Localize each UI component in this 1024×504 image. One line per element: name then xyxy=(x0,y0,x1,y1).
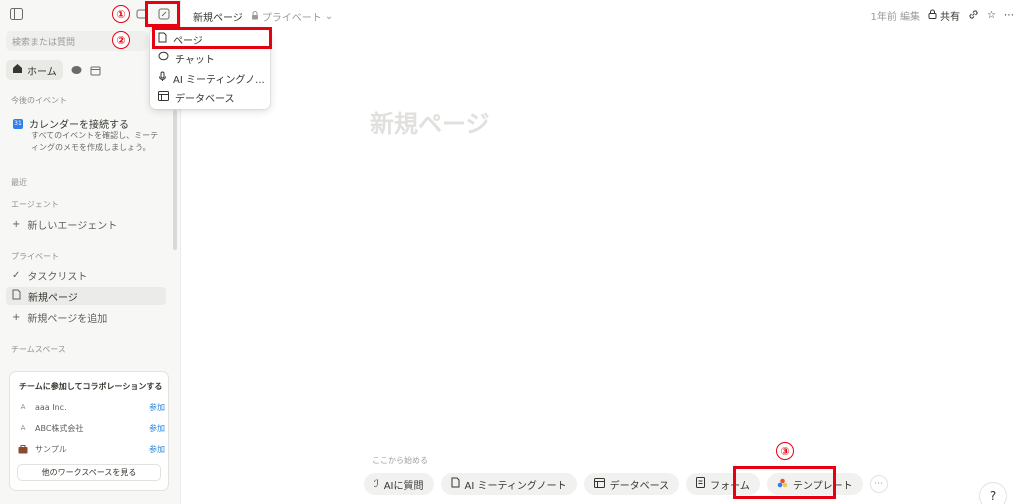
step2-number: ② xyxy=(112,31,130,49)
recent-section-label: 最近 xyxy=(11,178,27,187)
sidebar-item-new-page[interactable]: 新規ページ xyxy=(6,287,166,305)
privacy-label: プライベート xyxy=(261,13,322,24)
workspace-row: A ABC株式会社 参加 xyxy=(17,421,165,435)
join-team-title: チームに参加してコラボレーションする xyxy=(19,382,163,391)
chip-label: AIに質問 xyxy=(383,480,424,492)
sidebar-scrollbar[interactable] xyxy=(173,110,177,250)
more-chips-icon[interactable]: ⋯ xyxy=(869,475,888,493)
dropdown-item-database[interactable]: データベース xyxy=(158,89,235,105)
join-team-card: チームに参加してコラボレーションする A aaa Inc. 参加 A ABC株式… xyxy=(9,371,169,491)
sidebar-item-label: タスクリスト xyxy=(27,271,88,283)
breadcrumb: 新規ページ プライベート ⌄ xyxy=(193,9,333,24)
workspace-row: A aaa Inc. 参加 xyxy=(17,400,165,414)
microphone-icon xyxy=(158,71,167,85)
calendar-icon[interactable] xyxy=(90,61,101,80)
join-workspace-button[interactable]: 参加 xyxy=(149,444,165,455)
header-tools: 1年前 編集 共有 ☆ ⋯ xyxy=(870,8,1014,23)
share-label: 共有 xyxy=(940,12,961,23)
table-icon xyxy=(593,477,605,491)
tab-home-label: ホーム xyxy=(27,66,57,78)
workspace-name: ABC株式会社 xyxy=(35,423,84,433)
chat-bubble-icon xyxy=(158,51,169,65)
step2-highlight-box xyxy=(152,27,272,49)
tab-home[interactable]: ホーム xyxy=(6,60,63,80)
connect-calendar-title: カレンダーを接続する xyxy=(29,120,129,131)
sidebar-item-add-page[interactable]: + 新規ページを追加 xyxy=(6,308,166,326)
table-icon xyxy=(158,90,169,104)
home-icon xyxy=(12,63,23,77)
teamspace-section-label: チームスペース xyxy=(11,345,66,354)
dropdown-item-ai-meeting-notes[interactable]: AI ミーティングノ... xyxy=(158,70,265,86)
star-icon[interactable]: ☆ xyxy=(987,10,996,21)
sidebar-item-task-list[interactable]: ✓ タスクリスト xyxy=(6,266,166,284)
chip-label: AI ミーティングノート xyxy=(464,480,567,492)
share-button[interactable]: 共有 xyxy=(928,8,960,23)
chip-database[interactable]: データベース xyxy=(583,473,680,495)
sidebar-item-label: 新規ページ xyxy=(28,292,78,304)
private-section-label: プライベート xyxy=(11,252,59,261)
new-agent-label: 新しいエージェント xyxy=(27,220,118,232)
app-window: 検索または質問 ホーム 今後のイベント 31 カレンダーを接続する すべてのイベ… xyxy=(0,0,1024,504)
step1-highlight-box xyxy=(145,1,180,27)
connect-calendar-link[interactable]: 31 カレンダーを接続する xyxy=(13,116,129,131)
start-hint: ここから始める xyxy=(372,456,428,465)
agents-section-label: エージェント xyxy=(11,200,59,209)
workspace-row: サンプル 参加 xyxy=(17,442,165,456)
lock-icon xyxy=(251,10,259,23)
chat-icon[interactable] xyxy=(71,61,82,80)
chip-label: データベース xyxy=(609,480,670,492)
plus-icon: + xyxy=(12,218,21,230)
dropdown-item-label: チャット xyxy=(175,54,215,66)
breadcrumb-page-name[interactable]: 新規ページ xyxy=(193,9,243,24)
workspace-avatar-icon: A xyxy=(20,403,26,411)
lock-icon xyxy=(928,9,937,22)
workspace-avatar-icon: A xyxy=(20,424,26,432)
link-icon[interactable] xyxy=(968,9,979,23)
step3-number: ③ xyxy=(776,442,794,460)
checkmark-icon: ✓ xyxy=(12,269,21,281)
dropdown-item-label: データベース xyxy=(175,93,235,105)
workspace-name: サンプル xyxy=(35,444,67,454)
page-title[interactable]: 新規ページ xyxy=(370,104,490,139)
see-other-workspaces-button[interactable]: 他のワークスペースを見る xyxy=(17,464,161,481)
new-agent-item[interactable]: + 新しいエージェント xyxy=(6,215,166,233)
connect-calendar-desc: すべてのイベントを確認し、ミーティングのメモを作成しましょう。 xyxy=(31,131,159,152)
dropdown-item-chat[interactable]: チャット xyxy=(158,50,215,66)
calendar-badge-icon: 31 xyxy=(13,118,23,129)
page-icon xyxy=(12,289,21,303)
plus-icon: + xyxy=(12,311,21,323)
ai-icon: ℐ xyxy=(374,478,379,490)
briefcase-icon xyxy=(17,443,29,455)
privacy-selector[interactable]: プライベート ⌄ xyxy=(251,9,333,24)
meeting-notes-icon xyxy=(451,477,460,491)
dropdown-item-label: AI ミーティングノ... xyxy=(173,74,265,86)
workspace-name: aaa Inc. xyxy=(35,402,67,412)
step1-number: ① xyxy=(112,5,130,23)
help-icon[interactable]: ? xyxy=(979,482,1007,504)
join-workspace-button[interactable]: 参加 xyxy=(149,402,165,413)
form-icon xyxy=(696,477,706,491)
sidebar-item-label: 新規ページを追加 xyxy=(27,313,108,325)
chip-ask-ai[interactable]: ℐ AIに質問 xyxy=(364,473,434,495)
chip-ai-meeting-notes[interactable]: AI ミーティングノート xyxy=(440,473,577,495)
sidebar-toggle-icon[interactable] xyxy=(10,8,23,20)
more-options-icon[interactable]: ⋯ xyxy=(1004,10,1014,21)
sidebar-tabs: ホーム xyxy=(6,60,101,80)
edited-timestamp: 1年前 編集 xyxy=(870,12,921,23)
events-section-label: 今後のイベント xyxy=(11,96,67,105)
join-workspace-button[interactable]: 参加 xyxy=(149,423,165,434)
step3-highlight-box xyxy=(733,466,836,499)
chevron-down-icon: ⌄ xyxy=(324,11,334,22)
